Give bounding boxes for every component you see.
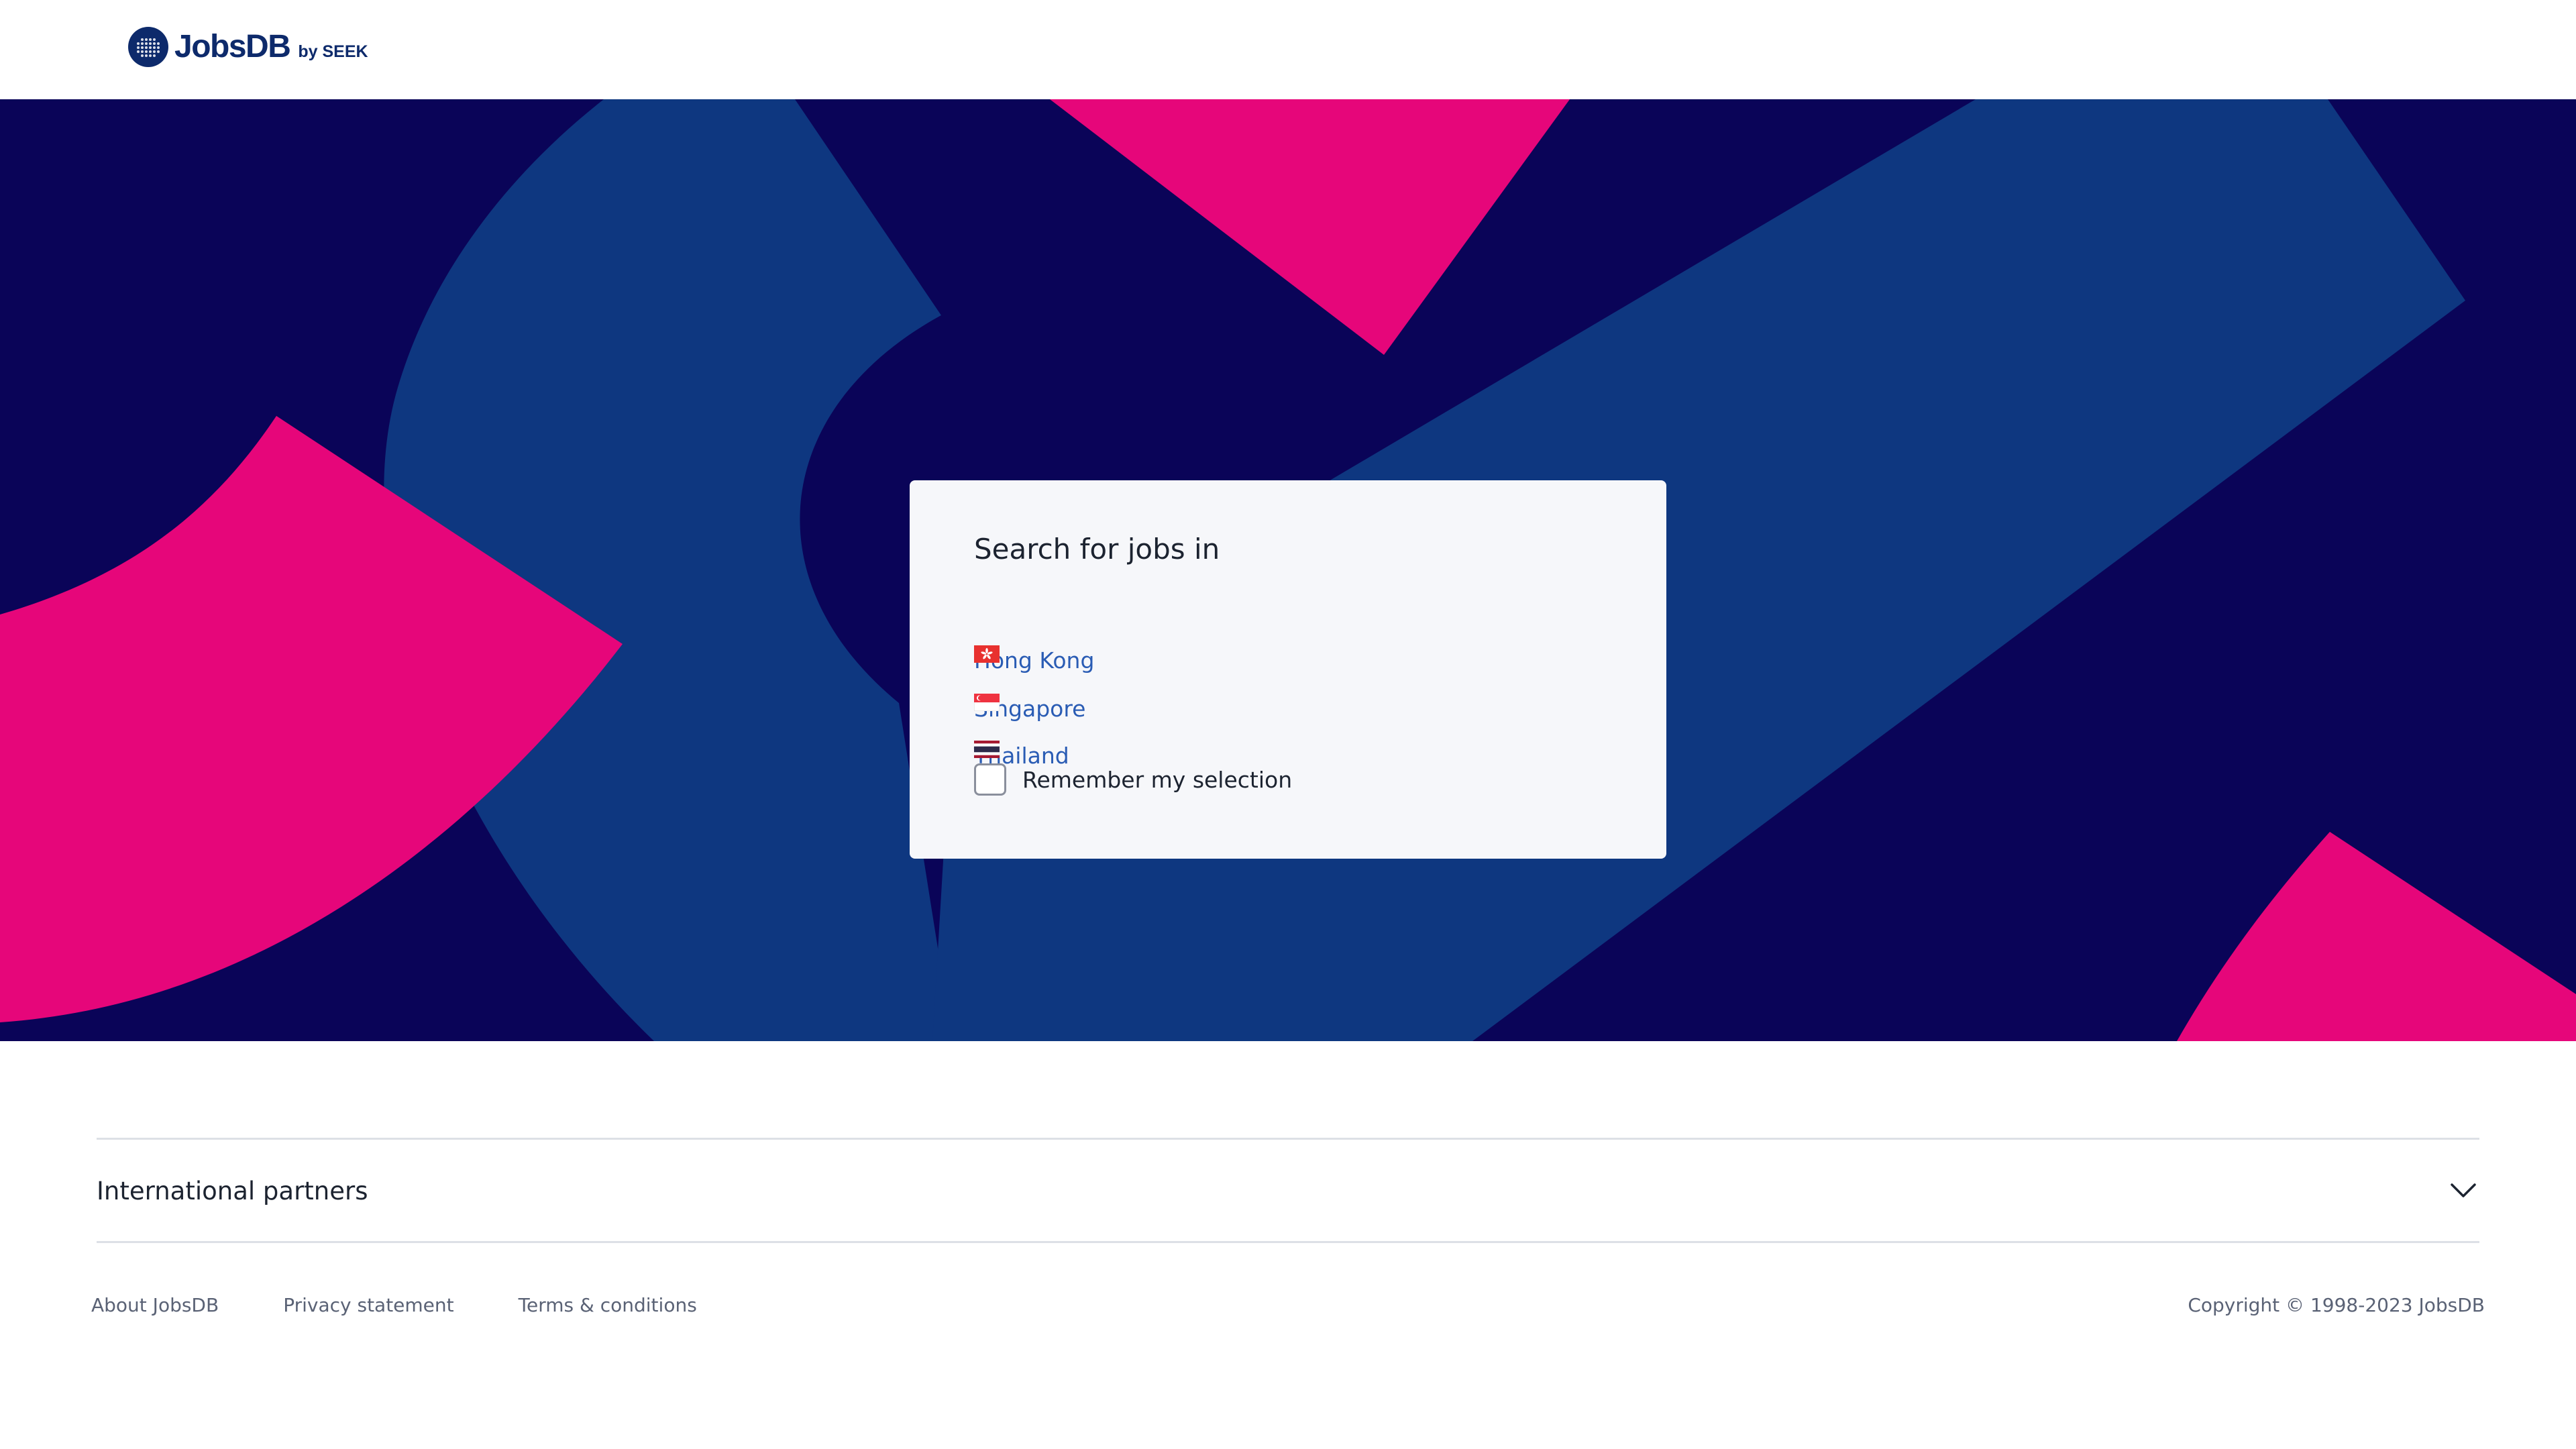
singapore-flag-icon xyxy=(974,694,1000,711)
hero-pink-triangle xyxy=(1050,99,1570,355)
partners-label: International partners xyxy=(97,1176,368,1205)
remember-selection[interactable]: Remember my selection xyxy=(974,762,1292,797)
thailand-flag-icon xyxy=(974,741,1000,758)
country-link-hong-kong[interactable]: Hong Kong xyxy=(974,645,1094,675)
site-header: JobsDB by SEEK xyxy=(0,0,2576,99)
international-partners-toggle[interactable]: International partners xyxy=(97,1140,2479,1241)
logo-wordmark: JobsDB xyxy=(174,29,291,64)
card-title: Search for jobs in xyxy=(974,533,1220,566)
hero-pink-arc-right xyxy=(2177,832,2576,1041)
remember-checkbox[interactable] xyxy=(974,763,1006,796)
hero-banner: Search for jobs in Hong Kong Singapore T… xyxy=(0,99,2576,1041)
footer-link-privacy[interactable]: Privacy statement xyxy=(283,1296,453,1315)
chevron-down-icon xyxy=(2451,1183,2476,1197)
logo-byline: by SEEK xyxy=(298,42,368,61)
copyright-notice: Copyright © 1998-2023 JobsDB xyxy=(2188,1294,2485,1316)
footer-divider-bottom xyxy=(97,1241,2479,1243)
hong-kong-flag-icon xyxy=(974,645,1000,663)
jobsdb-logo[interactable]: JobsDB by SEEK xyxy=(127,25,368,68)
country-link-singapore[interactable]: Singapore xyxy=(974,694,1085,723)
globe-icon xyxy=(128,27,168,67)
footer-divider-top xyxy=(97,1138,2479,1140)
footer-link-about[interactable]: About JobsDB xyxy=(91,1296,219,1315)
remember-label: Remember my selection xyxy=(1022,766,1293,793)
footer-links: About JobsDB Privacy statement Terms & c… xyxy=(91,1292,761,1319)
footer-link-terms[interactable]: Terms & conditions xyxy=(519,1296,697,1315)
country-selector-card: Search for jobs in Hong Kong Singapore T… xyxy=(910,480,1666,859)
